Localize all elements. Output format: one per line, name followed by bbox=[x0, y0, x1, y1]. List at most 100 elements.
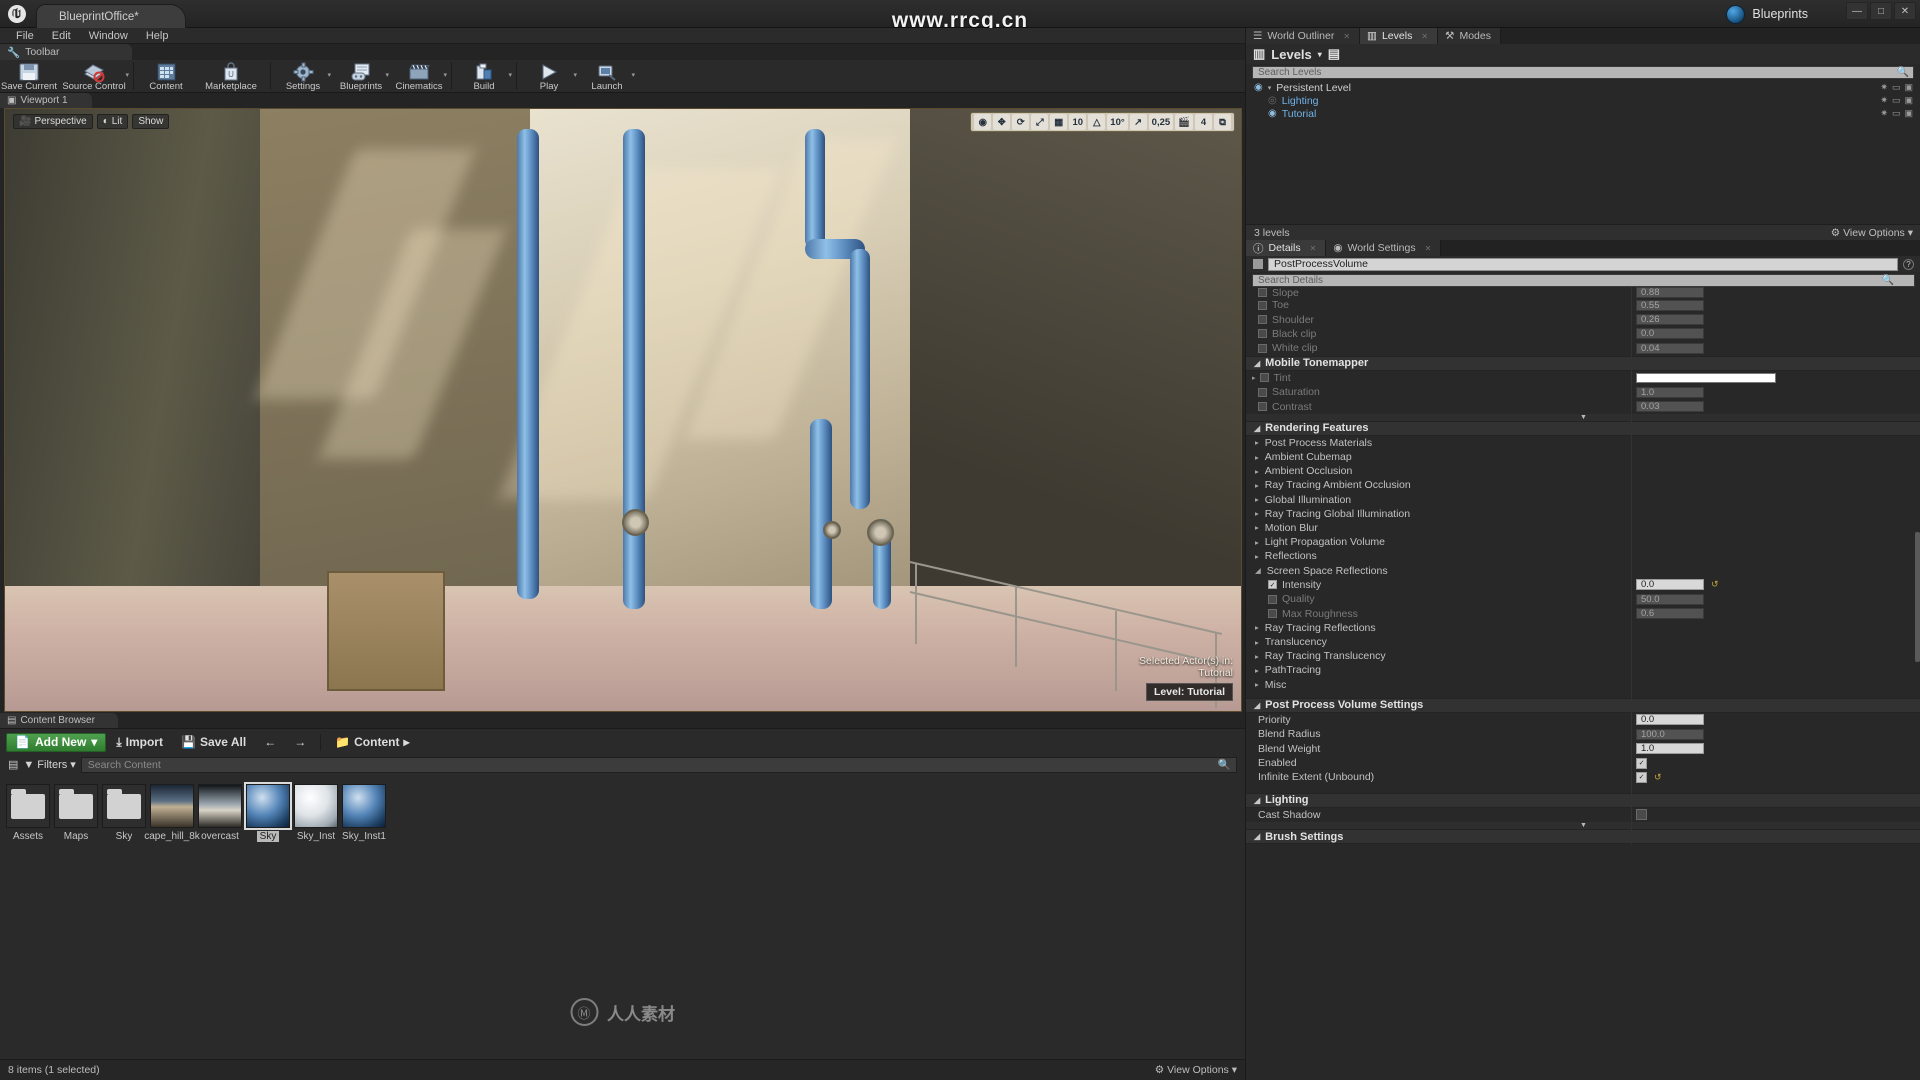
level-viewport[interactable]: 🎥 Perspective ◐ Lit Show ◉ ✥ ⟳ ⤢ ▦ 10 △ … bbox=[4, 108, 1242, 712]
viewport-viewmode-dropdown[interactable]: ◐ Lit bbox=[96, 114, 129, 129]
property-row-saturation[interactable]: Saturation 1.0 bbox=[1246, 385, 1920, 399]
property-value[interactable]: 1.0 bbox=[1636, 386, 1704, 398]
property-row-blend-weight[interactable]: Blend Weight 1.0 bbox=[1246, 742, 1920, 756]
property-override-checkbox[interactable] bbox=[1258, 387, 1267, 397]
levels-search-input[interactable]: Search Levels 🔍 bbox=[1252, 66, 1914, 79]
chevron-down-icon-build[interactable]: ▾ bbox=[508, 71, 512, 79]
search-icon[interactable]: 🔍 bbox=[1882, 275, 1894, 286]
property-override-checkbox[interactable] bbox=[1258, 288, 1267, 297]
content-browser-view-options[interactable]: ⚙ View Options ▾ bbox=[1155, 1064, 1237, 1076]
expander-arrow-icon[interactable]: ◢ bbox=[1254, 701, 1260, 710]
details-object-name[interactable]: PostProcessVolume bbox=[1268, 257, 1898, 271]
eye-icon[interactable]: ◉ bbox=[1254, 82, 1263, 93]
expander-arrow-icon[interactable]: ▸ bbox=[1255, 552, 1259, 561]
chevron-down-icon-blueprints[interactable]: ▾ bbox=[385, 71, 389, 79]
rotate-snap-icon[interactable]: ⟳ bbox=[1012, 114, 1030, 130]
property-row-tint[interactable]: ▸ Tint bbox=[1246, 371, 1920, 385]
expander-arrow-icon[interactable]: ▸ bbox=[1255, 467, 1259, 476]
property-override-checkbox[interactable] bbox=[1258, 300, 1267, 310]
property-value[interactable]: 0.6 bbox=[1636, 608, 1704, 620]
section-brush-settings[interactable]: ◢ Brush Settings bbox=[1246, 829, 1920, 845]
property-value[interactable]: 0.03 bbox=[1636, 401, 1704, 413]
expander-arrow-icon[interactable]: ▸ bbox=[1255, 453, 1259, 462]
section-rendering-features[interactable]: ◢ Rendering Features bbox=[1246, 420, 1920, 436]
filters-button[interactable]: ▼ Filters ▾ bbox=[23, 758, 75, 772]
subsection-light-propagation-volume[interactable]: ▸ Light Propagation Volume bbox=[1246, 535, 1920, 549]
close-icon[interactable]: ✕ bbox=[1343, 32, 1350, 41]
asset-item-sky-material[interactable]: Sky bbox=[244, 782, 292, 842]
subsection-global-illumination[interactable]: ▸ Global Illumination bbox=[1246, 492, 1920, 506]
subsection-ray-tracing-ao[interactable]: ▸ Ray Tracing Ambient Occlusion bbox=[1246, 478, 1920, 492]
details-scrollbar[interactable] bbox=[1915, 532, 1920, 662]
tab-levels[interactable]: ▥ Levels ✕ bbox=[1360, 28, 1439, 44]
save-level-icon[interactable]: ▣ bbox=[1904, 95, 1913, 106]
subsection-screen-space-reflections[interactable]: ◢ Screen Space Reflections bbox=[1246, 563, 1920, 577]
menu-item-help[interactable]: Help bbox=[137, 28, 178, 44]
tab-world-settings[interactable]: ◉ World Settings ✕ bbox=[1326, 240, 1442, 256]
subsection-reflections[interactable]: ▸ Reflections bbox=[1246, 549, 1920, 563]
expander-arrow-icon[interactable]: ▾ bbox=[1268, 84, 1272, 92]
expander-arrow-icon[interactable]: ▸ bbox=[1252, 374, 1256, 382]
level-row-tutorial[interactable]: ◉ Tutorial ✷ ▭ ▣ bbox=[1246, 107, 1920, 120]
expander-arrow-icon[interactable]: ▸ bbox=[1255, 666, 1259, 675]
toolbar-save-current[interactable]: Save Current bbox=[0, 60, 58, 92]
expander-arrow-icon[interactable]: ◢ bbox=[1255, 566, 1261, 575]
toolbar-marketplace[interactable]: U Marketplace bbox=[195, 60, 267, 92]
toolbar-content[interactable]: Content bbox=[137, 60, 195, 92]
subsection-post-process-materials[interactable]: ▸ Post Process Materials bbox=[1246, 436, 1920, 450]
expander-arrow-icon[interactable]: ▸ bbox=[1255, 495, 1259, 504]
reset-to-default-icon[interactable]: ↺ bbox=[1654, 772, 1662, 783]
viewport-perspective-dropdown[interactable]: 🎥 Perspective bbox=[13, 114, 93, 129]
scale-snap-icon[interactable]: ↗ bbox=[1129, 114, 1147, 130]
history-forward-button[interactable]: → bbox=[286, 733, 314, 752]
enabled-checkbox[interactable]: ✓ bbox=[1636, 757, 1647, 769]
section-mobile-tonemapper[interactable]: ◢ Mobile Tonemapper bbox=[1246, 355, 1920, 371]
viewport-tab[interactable]: ▣ Viewport 1 bbox=[0, 93, 92, 108]
menu-item-window[interactable]: Window bbox=[80, 28, 137, 44]
lock-icon[interactable]: ▭ bbox=[1892, 82, 1901, 93]
asset-item-cape-hill[interactable]: cape_hill_8k bbox=[144, 784, 200, 842]
close-icon[interactable]: ✕ bbox=[1310, 244, 1317, 253]
minimize-button[interactable]: — bbox=[1846, 2, 1868, 20]
tab-details[interactable]: ⓘ Details ✕ bbox=[1246, 240, 1327, 256]
expander-arrow-icon[interactable]: ▸ bbox=[1255, 623, 1259, 632]
menu-item-edit[interactable]: Edit bbox=[43, 28, 80, 44]
expander-arrow-icon[interactable]: ▸ bbox=[1255, 438, 1259, 447]
property-row-toe[interactable]: Toe 0.55 bbox=[1246, 298, 1920, 312]
property-override-checkbox[interactable] bbox=[1258, 315, 1267, 325]
add-new-button[interactable]: 📄 Add New ▾ bbox=[6, 732, 107, 752]
search-icon[interactable]: 🔍 bbox=[1218, 758, 1231, 771]
toolbar-settings[interactable]: Settings ▾ bbox=[274, 60, 332, 92]
menu-item-file[interactable]: File bbox=[7, 28, 43, 44]
toolbar-launch[interactable]: Launch ▾ bbox=[578, 60, 636, 92]
reset-to-default-icon[interactable]: ↺ bbox=[1711, 579, 1719, 590]
section-post-process-volume-settings[interactable]: ◢ Post Process Volume Settings bbox=[1246, 697, 1920, 713]
expander-arrow-icon[interactable]: ▸ bbox=[1255, 680, 1259, 689]
angle-snap-icon[interactable]: △ bbox=[1088, 114, 1106, 130]
property-row-slope[interactable]: Slope 0.88 bbox=[1246, 287, 1920, 298]
scale-snap-value[interactable]: 0,25 bbox=[1148, 114, 1174, 130]
subsection-misc[interactable]: ▸ Misc bbox=[1246, 678, 1920, 692]
property-row-enabled[interactable]: Enabled ✓ bbox=[1246, 756, 1920, 770]
camera-speed-value[interactable]: 4 bbox=[1195, 114, 1212, 130]
property-override-checkbox[interactable] bbox=[1258, 329, 1267, 339]
maximize-viewport-icon[interactable]: ⧉ bbox=[1214, 114, 1231, 130]
expander-arrow-icon[interactable]: ◢ bbox=[1254, 832, 1260, 841]
lock-icon[interactable]: ▭ bbox=[1892, 95, 1901, 106]
property-row-black-clip[interactable]: Black clip 0.0 bbox=[1246, 327, 1920, 341]
section-collapse-handle[interactable] bbox=[1246, 413, 1920, 421]
property-override-checkbox[interactable] bbox=[1258, 343, 1267, 353]
levels-view-options[interactable]: ⚙ View Options ▾ bbox=[1831, 227, 1913, 239]
lock-icon[interactable]: ▭ bbox=[1892, 108, 1901, 119]
eye-off-icon[interactable]: ◎ bbox=[1268, 95, 1277, 106]
subsection-translucency[interactable]: ▸ Translucency bbox=[1246, 635, 1920, 649]
toolbar-build[interactable]: Build ▾ bbox=[455, 60, 513, 92]
property-row-ssr-max-roughness[interactable]: Max Roughness 0.6 bbox=[1246, 606, 1920, 620]
expander-arrow-icon[interactable]: ▸ bbox=[1255, 509, 1259, 518]
chevron-down-icon-launch[interactable]: ▾ bbox=[631, 71, 635, 79]
asset-item-maps[interactable]: Maps bbox=[54, 784, 98, 842]
property-value[interactable]: 100.0 bbox=[1636, 728, 1704, 740]
color-swatch[interactable] bbox=[1636, 372, 1776, 383]
section-lighting[interactable]: ◢ Lighting bbox=[1246, 792, 1920, 808]
property-value[interactable]: 0.88 bbox=[1636, 287, 1704, 298]
